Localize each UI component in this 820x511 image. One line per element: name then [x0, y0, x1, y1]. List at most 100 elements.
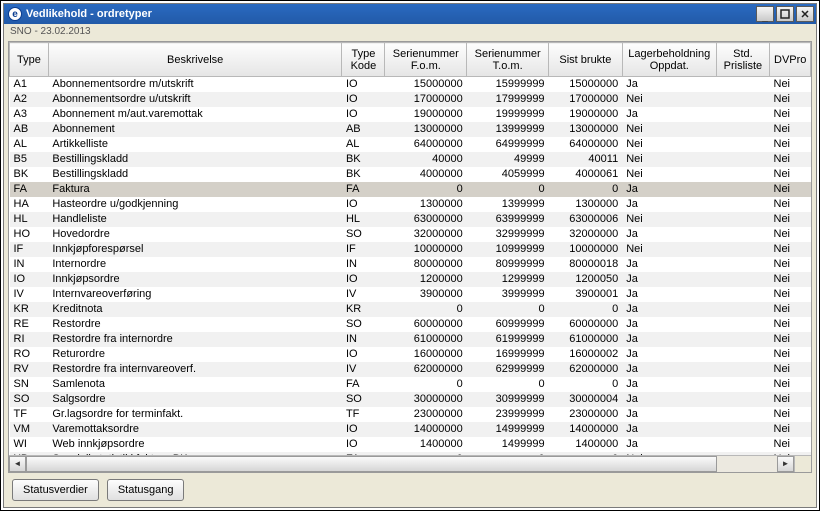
cell-type: RO	[10, 347, 49, 362]
table-row[interactable]: SNSamlenotaFA000JaNei	[10, 377, 811, 392]
cell-fom: 32000000	[385, 227, 467, 242]
table-row[interactable]: IOInnkjøpsordreIO120000012999991200050Ja…	[10, 272, 811, 287]
table-row[interactable]: VMVaremottaksordreIO14000000149999991400…	[10, 422, 811, 437]
data-grid[interactable]: TypeBeskrivelseType KodeSerienummer F.o.…	[8, 41, 812, 473]
statusgang-button[interactable]: Statusgang	[107, 479, 185, 501]
cell-dvpro: Nei	[770, 77, 811, 92]
cell-sist: 0	[549, 377, 623, 392]
cell-type: RV	[10, 362, 49, 377]
column-header-type[interactable]: Type	[10, 43, 49, 77]
table-row[interactable]: HAHasteordre u/godkjenningIO130000013999…	[10, 197, 811, 212]
minimize-button[interactable]: _	[756, 6, 774, 22]
cell-tom: 80999999	[467, 257, 549, 272]
cell-beskrivelse: Bestillingskladd	[48, 167, 342, 182]
table-row[interactable]: SOSalgsordreSO300000003099999930000004Ja…	[10, 392, 811, 407]
table-row[interactable]: BKBestillingskladdBK40000004059999400006…	[10, 167, 811, 182]
statusverdier-button[interactable]: Statusverdier	[12, 479, 99, 501]
table-row[interactable]: WIWeb innkjøpsordreIO1400000149999914000…	[10, 437, 811, 452]
column-header-std[interactable]: Std. Prisliste	[716, 43, 769, 77]
table-row[interactable]: ALArtikkellisteAL64000000649999996400000…	[10, 137, 811, 152]
table-row[interactable]: INInternordreIN800000008099999980000018J…	[10, 257, 811, 272]
table-row[interactable]: IVInternvareoverføringIV3900000399999939…	[10, 287, 811, 302]
cell-typekode: IO	[342, 92, 385, 107]
scroll-thumb[interactable]	[26, 456, 717, 472]
horizontal-scrollbar[interactable]: ◄ ►	[9, 455, 811, 472]
cell-std	[716, 227, 769, 242]
table-row[interactable]: HOHovedordreSO320000003299999932000000Ja…	[10, 227, 811, 242]
cell-lager: Ja	[622, 392, 716, 407]
cell-std	[716, 242, 769, 257]
cell-lager: Ja	[622, 107, 716, 122]
table-row[interactable]: A1Abonnementsordre m/utskriftIO150000001…	[10, 77, 811, 92]
cell-dvpro: Nei	[770, 317, 811, 332]
table-row[interactable]: IFInnkjøpforespørselIF100000001099999910…	[10, 242, 811, 257]
column-header-tom[interactable]: Serienummer T.o.m.	[467, 43, 549, 77]
scroll-track[interactable]	[26, 456, 777, 472]
cell-fom: 1300000	[385, 197, 467, 212]
cell-type: TF	[10, 407, 49, 422]
cell-sist: 61000000	[549, 332, 623, 347]
table-row[interactable]: B5BestillingskladdBK400004999940011NeiNe…	[10, 152, 811, 167]
cell-lager: Nei	[622, 137, 716, 152]
column-header-sist[interactable]: Sist brukte	[549, 43, 623, 77]
cell-beskrivelse: Abonnement m/aut.varemottak	[48, 107, 342, 122]
cell-typekode: FA	[342, 377, 385, 392]
cell-typekode: TF	[342, 407, 385, 422]
cell-sist: 14000000	[549, 422, 623, 437]
cell-typekode: KR	[342, 302, 385, 317]
table-row[interactable]: HLHandlelisteHL630000006399999963000006N…	[10, 212, 811, 227]
cell-typekode: SO	[342, 392, 385, 407]
table-row[interactable]: ABAbonnementAB130000001399999913000000Ne…	[10, 122, 811, 137]
cell-sist: 3900001	[549, 287, 623, 302]
column-header-lager[interactable]: Lagerbeholdning Oppdat.	[622, 43, 716, 77]
table-row[interactable]: RIRestordre fra internordreIN61000000619…	[10, 332, 811, 347]
cell-fom: 80000000	[385, 257, 467, 272]
cell-beskrivelse: Restordre	[48, 317, 342, 332]
cell-lager: Nei	[622, 167, 716, 182]
cell-lager: Ja	[622, 77, 716, 92]
cell-type: A3	[10, 107, 49, 122]
cell-std	[716, 182, 769, 197]
column-header-beskrivelse[interactable]: Beskrivelse	[48, 43, 342, 77]
close-button[interactable]	[796, 6, 814, 22]
cell-sist: 1200050	[549, 272, 623, 287]
cell-fom: 40000	[385, 152, 467, 167]
cell-dvpro: Nei	[770, 377, 811, 392]
table-row[interactable]: A2Abonnementsordre u/utskriftIO170000001…	[10, 92, 811, 107]
cell-std	[716, 362, 769, 377]
scroll-left-button[interactable]: ◄	[9, 456, 26, 472]
cell-dvpro: Nei	[770, 212, 811, 227]
cell-lager: Ja	[622, 182, 716, 197]
cell-beskrivelse: Samlenota	[48, 377, 342, 392]
cell-dvpro: Nei	[770, 332, 811, 347]
table-row[interactable]: RERestordreSO600000006099999960000000JaN…	[10, 317, 811, 332]
scroll-right-button[interactable]: ►	[777, 456, 794, 472]
cell-type: HL	[10, 212, 49, 227]
cell-type: AB	[10, 122, 49, 137]
cell-beskrivelse: Innkjøpforespørsel	[48, 242, 342, 257]
column-header-dvpro[interactable]: DVPro	[770, 43, 811, 77]
cell-sist: 0	[549, 302, 623, 317]
cell-lager: Ja	[622, 287, 716, 302]
cell-std	[716, 77, 769, 92]
scroll-corner	[794, 456, 811, 472]
table-row[interactable]: A3Abonnement m/aut.varemottakIO190000001…	[10, 107, 811, 122]
table-row[interactable]: ROReturordreIO160000001699999916000002Ja…	[10, 347, 811, 362]
table-row[interactable]: KRKreditnotaKR000JaNei	[10, 302, 811, 317]
cell-std	[716, 422, 769, 437]
table-row[interactable]: TFGr.lagsordre for terminfakt.TF23000000…	[10, 407, 811, 422]
cell-beskrivelse: Faktura	[48, 182, 342, 197]
column-headers[interactable]: TypeBeskrivelseType KodeSerienummer F.o.…	[10, 43, 811, 77]
cell-type: KR	[10, 302, 49, 317]
cell-dvpro: Nei	[770, 272, 811, 287]
column-header-fom[interactable]: Serienummer F.o.m.	[385, 43, 467, 77]
cell-std	[716, 392, 769, 407]
table-row[interactable]: RVRestordre fra internvareoverf.IV620000…	[10, 362, 811, 377]
table-row[interactable]: FAFakturaFA000JaNei	[10, 182, 811, 197]
cell-lager: Ja	[622, 257, 716, 272]
maximize-button[interactable]	[776, 6, 794, 22]
cell-beskrivelse: Artikkelliste	[48, 137, 342, 152]
column-header-typekode[interactable]: Type Kode	[342, 43, 385, 77]
titlebar[interactable]: e Vedlikehold - ordretyper _	[4, 4, 816, 24]
cell-fom: 4000000	[385, 167, 467, 182]
